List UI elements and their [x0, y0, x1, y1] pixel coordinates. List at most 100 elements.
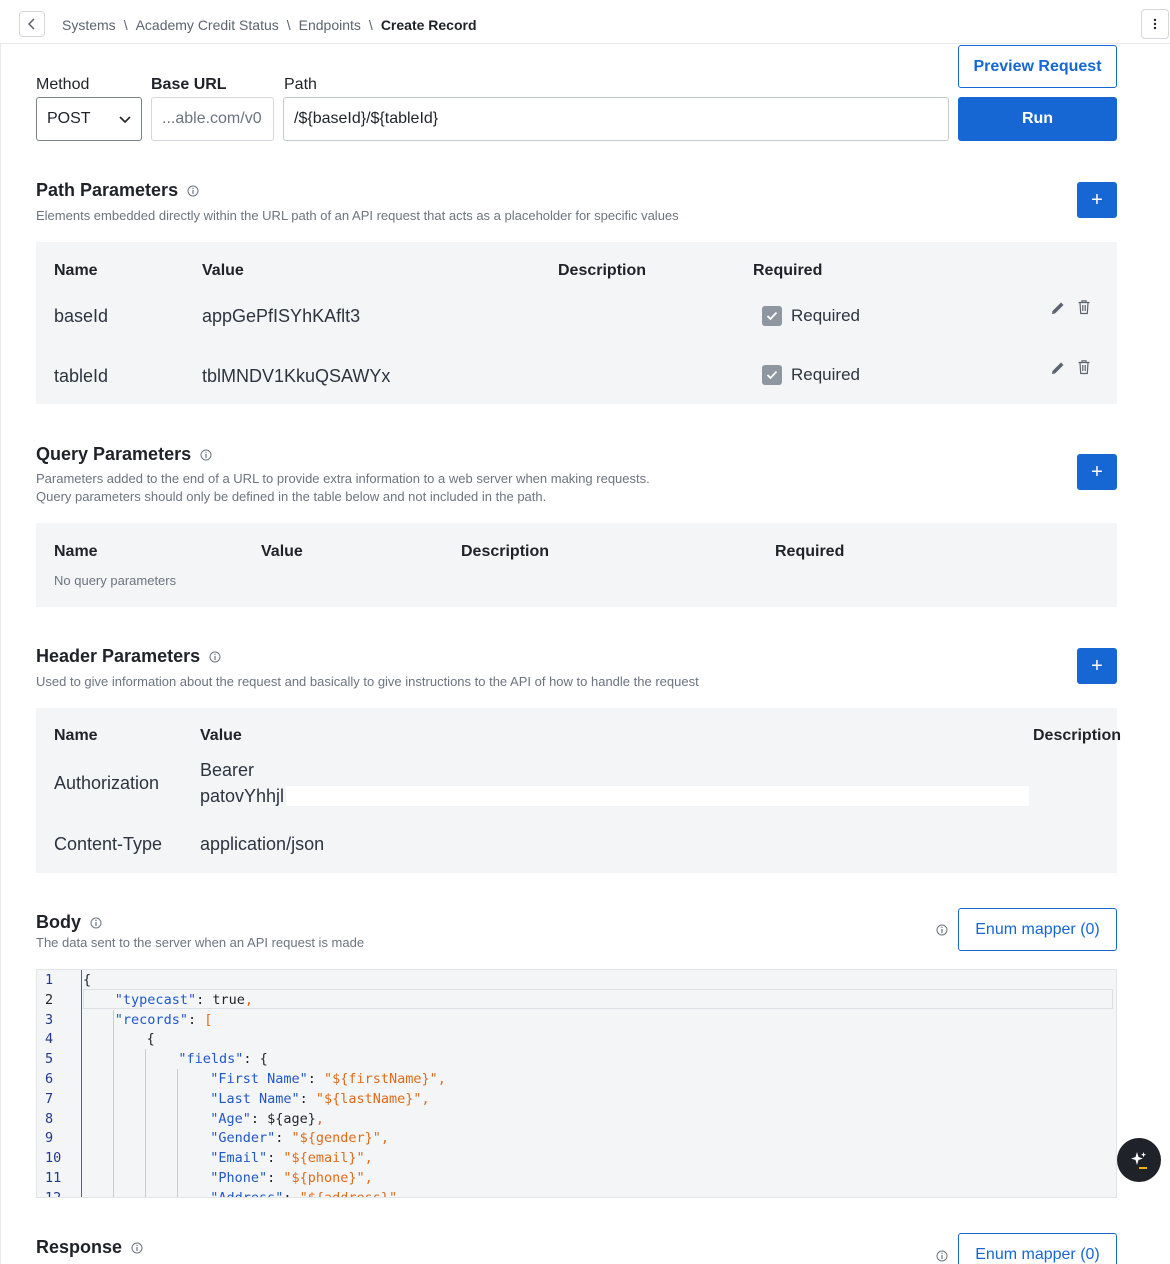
add-path-parameter-button[interactable]: +	[1077, 182, 1117, 218]
indent-guide	[177, 1069, 178, 1197]
add-header-parameter-button[interactable]: +	[1077, 648, 1117, 684]
info-icon[interactable]	[187, 185, 199, 197]
breadcrumb-separator: \	[286, 17, 291, 33]
path-parameters-table: Name Value Description Required baseId a…	[36, 242, 1117, 404]
param-name: baseId	[54, 306, 109, 326]
code-token: :	[299, 1090, 316, 1107]
required-checkbox[interactable]	[762, 306, 782, 326]
back-button[interactable]	[19, 11, 45, 37]
add-query-parameter-button[interactable]: +	[1077, 454, 1117, 490]
code-token: "Last Name"	[210, 1090, 300, 1107]
column-header-name: Name	[54, 262, 98, 279]
line-number: 2	[45, 991, 54, 1008]
breadcrumb-current: Create Record	[380, 17, 477, 33]
code-token: : ${age}	[250, 1110, 316, 1127]
empty-state-text: No query parameters	[54, 573, 177, 588]
method-select[interactable]: POST	[36, 97, 142, 141]
pencil-icon[interactable]	[1050, 360, 1066, 376]
code-token: "${phone}"	[283, 1170, 365, 1186]
info-icon[interactable]	[209, 651, 221, 663]
info-icon[interactable]	[936, 923, 948, 941]
pencil-icon[interactable]	[1050, 300, 1066, 316]
breadcrumb-separator: \	[368, 17, 373, 33]
base-url-input[interactable]: ...able.com/v0	[151, 97, 274, 141]
code-token: ,	[380, 1130, 390, 1147]
trash-icon[interactable]	[1077, 359, 1091, 375]
code-token: "fields"	[178, 1051, 244, 1068]
line-number: 7	[45, 1090, 54, 1107]
param-value: tblMNDV1KkuQSAWYx	[202, 366, 391, 386]
plus-icon: +	[1091, 460, 1103, 483]
breadcrumb-item-endpoints[interactable]: Endpoints	[299, 17, 361, 33]
column-header-description: Description	[558, 262, 647, 279]
query-parameters-description-line2: Query parameters should only be defined …	[36, 489, 547, 504]
response-title: Response	[36, 1237, 143, 1258]
column-header-required: Required	[775, 543, 845, 560]
response-enum-mapper-button[interactable]: Enum mapper (0)	[958, 1233, 1117, 1264]
code-token: :	[275, 1130, 292, 1147]
code-line: "Email": "${email}",	[210, 1150, 373, 1166]
column-header-required: Required	[753, 262, 823, 279]
body-enum-mapper-button[interactable]: Enum mapper (0)	[958, 908, 1117, 951]
chevron-down-icon	[119, 116, 131, 124]
info-icon[interactable]	[200, 449, 212, 461]
line-number: 9	[45, 1130, 54, 1147]
sparkle-icon	[1131, 1152, 1147, 1169]
header-name: Authorization	[54, 773, 160, 793]
column-header-description: Description	[1033, 727, 1122, 744]
query-parameters-title-text: Query Parameters	[36, 444, 192, 464]
preview-request-button[interactable]: Preview Request	[958, 45, 1117, 88]
code-line: {	[83, 972, 91, 988]
code-line: "First Name": "${firstName}",	[210, 1071, 446, 1087]
breadcrumb-item-systems[interactable]: Systems	[62, 17, 116, 33]
info-icon[interactable]	[936, 1249, 948, 1264]
info-icon[interactable]	[131, 1242, 143, 1254]
run-button[interactable]: Run	[958, 97, 1117, 141]
line-number: 1	[45, 972, 54, 988]
breadcrumb-item-academy-credit-status[interactable]: Academy Credit Status	[136, 17, 279, 33]
code-token: "typecast"	[114, 991, 197, 1008]
code-token: "${address}"	[299, 1189, 398, 1198]
column-header-description: Description	[461, 543, 550, 560]
code-token: "${firstName}"	[324, 1071, 438, 1087]
header-name: Content-Type	[54, 834, 163, 854]
code-token: :	[307, 1071, 324, 1087]
more-options-button[interactable]	[1141, 9, 1169, 39]
line-number: 12	[45, 1189, 62, 1198]
ai-assistant-button[interactable]	[1117, 1138, 1161, 1182]
code-line: "Gender": "${gender}",	[210, 1130, 389, 1146]
info-icon[interactable]	[90, 917, 102, 929]
line-number: 10	[45, 1150, 62, 1167]
code-line: "Phone": "${phone}",	[210, 1170, 373, 1186]
code-token: :	[283, 1189, 300, 1198]
code-token: :	[267, 1150, 284, 1167]
trash-icon[interactable]	[1077, 299, 1091, 315]
code-token: ,	[315, 1110, 324, 1127]
body-code-editor[interactable]: 1{2 "typecast": true, 3 "records": [4{5 "fie…	[36, 969, 1117, 1198]
top-bar: Systems \ Academy Credit Status \ Endpoints \…	[0, 4, 1170, 44]
path-input[interactable]: /${baseId}/${tableId}	[283, 97, 949, 141]
header-parameters-title-text: Header Parameters	[36, 646, 201, 666]
code-token: {	[146, 1031, 155, 1048]
path-parameters-description: Elements embedded directly within the UR…	[36, 208, 679, 223]
line-number: 11	[45, 1170, 62, 1186]
code-token: "records"	[114, 1011, 188, 1028]
code-token: "Phone"	[210, 1170, 268, 1186]
code-token: "Email"	[210, 1150, 268, 1167]
method-select-value: POST	[47, 110, 91, 127]
indent-guide	[113, 1010, 114, 1197]
query-parameters-title: Query Parameters	[36, 444, 212, 465]
param-value: appGePfISYhKAflt3	[202, 306, 361, 326]
code-line: "typecast": true,	[115, 992, 253, 1008]
indent-guide	[145, 1049, 146, 1197]
left-border	[0, 44, 1, 1264]
code-token: "${lastName}"	[315, 1090, 422, 1107]
line-number: 5	[45, 1051, 54, 1068]
code-token: :	[267, 1170, 284, 1186]
required-checkbox[interactable]	[762, 365, 782, 385]
code-line: "records": [	[115, 1012, 213, 1028]
plus-icon: +	[1091, 188, 1103, 211]
code-line: "Age": ${age},	[210, 1111, 324, 1127]
header-value-line1: application/json	[200, 834, 325, 854]
column-header-value: Value	[200, 727, 242, 744]
